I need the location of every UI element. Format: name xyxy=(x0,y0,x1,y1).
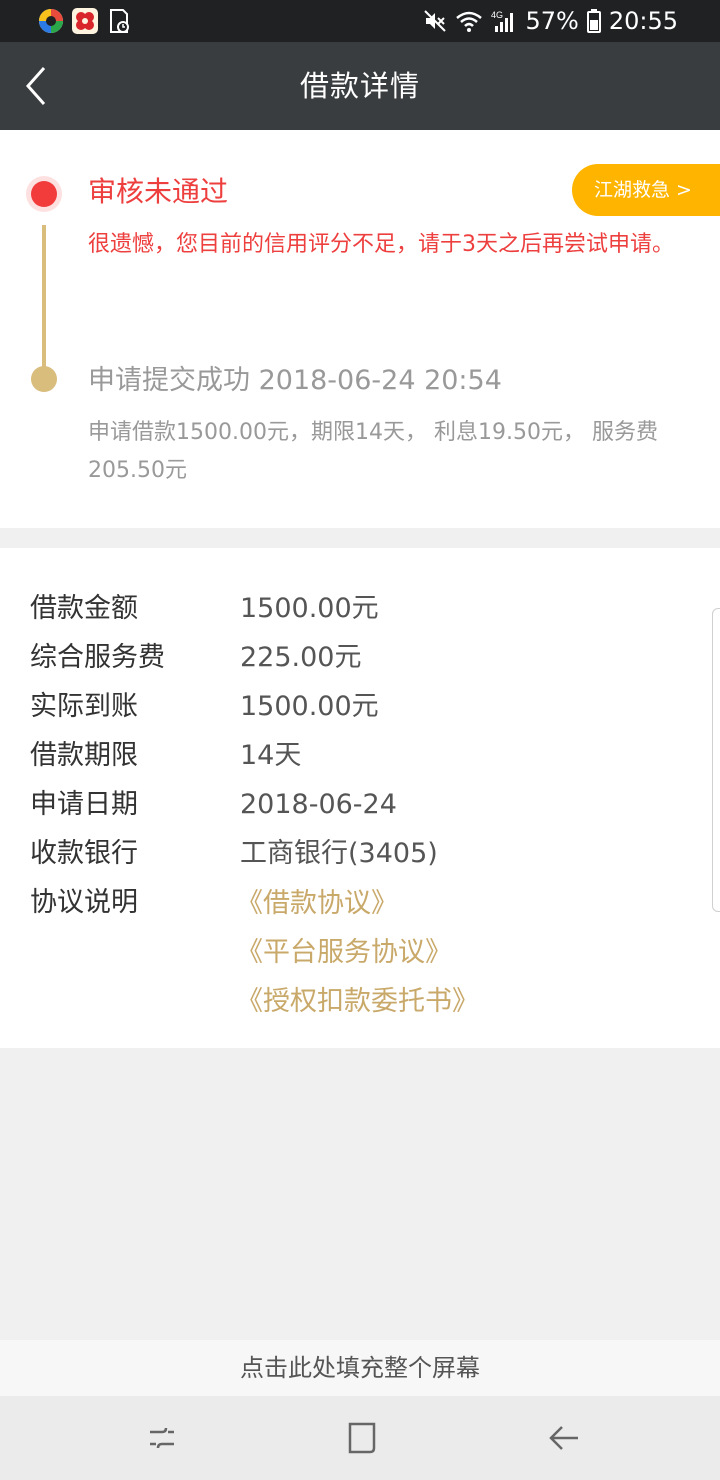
home-button[interactable] xyxy=(342,1418,382,1458)
system-back-button[interactable] xyxy=(544,1418,584,1458)
system-navigation-bar xyxy=(0,1396,720,1480)
header-bar: 借款详情 xyxy=(0,42,720,130)
detail-row-actual-received: 实际到账 1500.00元 xyxy=(0,682,720,731)
detail-label: 综合服务费 xyxy=(30,642,165,673)
file-notification-icon xyxy=(106,8,132,34)
submitted-detail: 申请借款1500.00元，期限14天， 利息19.50元， 服务费205.50元 xyxy=(88,420,658,483)
chevron-left-icon xyxy=(25,67,46,105)
back-button[interactable] xyxy=(18,62,58,110)
detail-value: 1500.00元 xyxy=(240,691,379,722)
recent-apps-icon xyxy=(150,1427,174,1449)
rejected-title: 审核未通过 xyxy=(88,175,229,208)
submitted-dot xyxy=(31,366,57,392)
detail-label: 收款银行 xyxy=(30,838,138,869)
detail-row-term: 借款期限 14天 xyxy=(0,731,720,780)
back-arrow-icon xyxy=(549,1426,578,1450)
detail-label: 实际到账 xyxy=(30,691,138,722)
loan-agreement-link[interactable]: 《借款协议》 xyxy=(236,879,398,928)
red-app-icon xyxy=(72,8,98,34)
rejected-message: 很遗憾，您目前的信用评分不足，请于3天之后再尝试申请。 xyxy=(88,232,674,257)
detail-value: 1500.00元 xyxy=(240,593,379,624)
detail-value: 225.00元 xyxy=(240,642,362,673)
detail-label: 借款期限 xyxy=(30,740,138,771)
page-title: 借款详情 xyxy=(299,69,420,103)
loan-status-card: 审核未通过 很遗憾，您目前的信用评分不足，请于3天之后再尝试申请。 江湖救急 >… xyxy=(0,130,720,528)
status-time: 20:55 xyxy=(608,7,678,35)
detail-row-amount: 借款金额 1500.00元 xyxy=(0,584,720,633)
detail-value: 工商银行(3405) xyxy=(240,838,438,869)
platform-service-agreement-link[interactable]: 《平台服务协议》 xyxy=(236,928,452,977)
colorful-app-icon xyxy=(38,8,64,34)
svg-text:4G: 4G xyxy=(491,10,503,20)
jianghu-jiuji-button[interactable]: 江湖救急 > xyxy=(572,164,720,216)
detail-label: 协议说明 xyxy=(30,887,138,918)
submitted-title: 申请提交成功 2018-06-24 20:54 xyxy=(88,365,502,396)
detail-row-apply-date: 申请日期 2018-06-24 xyxy=(0,780,720,829)
deduction-authorization-link[interactable]: 《授权扣款委托书》 xyxy=(236,977,479,1026)
edge-panel-handle[interactable] xyxy=(712,608,720,912)
wifi-icon xyxy=(455,9,483,33)
loan-detail-card: 借款金额 1500.00元 综合服务费 225.00元 实际到账 1500.00… xyxy=(0,548,720,1048)
timeline-line xyxy=(42,225,46,375)
detail-row-bank: 收款银行 工商银行(3405) xyxy=(0,829,720,878)
detail-label: 申请日期 xyxy=(30,789,138,820)
rejected-dot xyxy=(31,181,57,207)
battery-percent: 57% xyxy=(525,7,579,35)
mute-icon xyxy=(423,9,447,33)
detail-row-service-fee: 综合服务费 225.00元 xyxy=(0,633,720,682)
status-bar: 4G 57% 20:55 xyxy=(0,0,720,42)
detail-label: 借款金额 xyxy=(30,593,138,624)
battery-icon xyxy=(586,9,601,33)
home-icon xyxy=(348,1422,376,1454)
fill-screen-button[interactable]: 点击此处填充整个屏幕 xyxy=(0,1340,720,1396)
detail-value: 14天 xyxy=(240,740,302,771)
recent-apps-button[interactable] xyxy=(142,1418,182,1458)
signal-icon: 4G xyxy=(491,9,517,33)
detail-value: 2018-06-24 xyxy=(240,789,397,820)
